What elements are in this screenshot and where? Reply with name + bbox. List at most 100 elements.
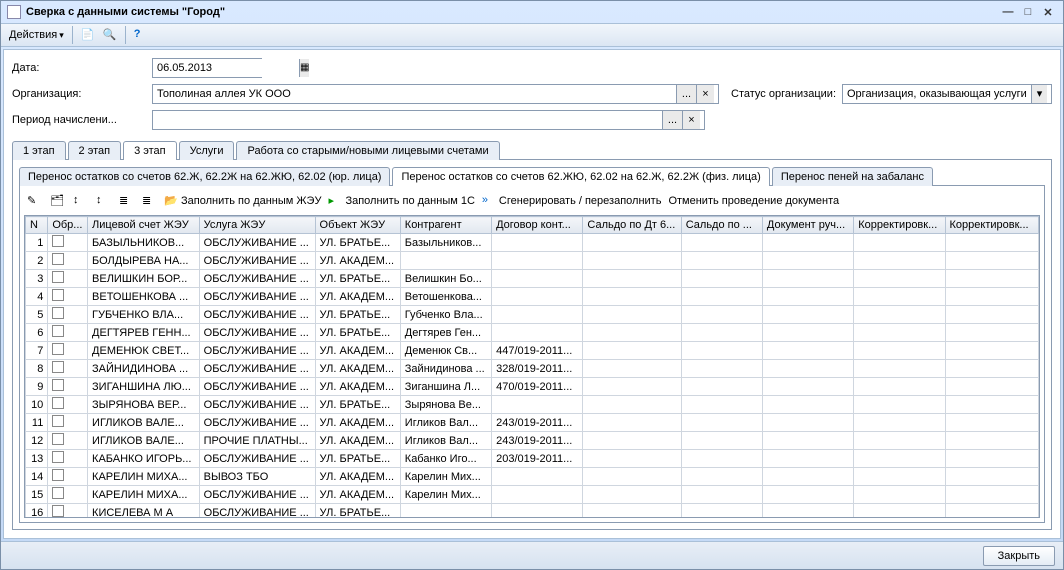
cell[interactable]: ЗАЙНИДИНОВА ...	[88, 360, 200, 378]
table-row[interactable]: 13КАБАНКО ИГОРЬ...ОБСЛУЖИВАНИЕ ...УЛ. БР…	[26, 450, 1039, 468]
cell[interactable]: БАЗЫЛЬНИКОВ...	[88, 234, 200, 252]
cell[interactable]	[681, 450, 762, 468]
cell[interactable]: Ветошенкова...	[400, 288, 491, 306]
close-button[interactable]: Закрыть	[983, 546, 1055, 566]
cell[interactable]	[681, 396, 762, 414]
cell[interactable]: ЗИГАНШИНА ЛЮ...	[88, 378, 200, 396]
cell[interactable]: Зырянова Ве...	[400, 396, 491, 414]
cell[interactable]: УЛ. АКАДЕМ...	[315, 360, 400, 378]
table-row[interactable]: 16КИСЕЛЕВА М АОБСЛУЖИВАНИЕ ...УЛ. БРАТЬЕ…	[26, 504, 1039, 519]
checkbox[interactable]	[52, 271, 64, 283]
checkbox[interactable]	[52, 379, 64, 391]
cell[interactable]: 243/019-2011...	[492, 432, 583, 450]
grid[interactable]: NОбр...Лицевой счет ЖЭУУслуга ЖЭУОбъект …	[24, 215, 1040, 518]
cell[interactable]	[854, 288, 945, 306]
cell[interactable]	[681, 486, 762, 504]
cell[interactable]: ОБСЛУЖИВАНИЕ ...	[199, 414, 315, 432]
cell[interactable]	[492, 396, 583, 414]
cell[interactable]	[854, 360, 945, 378]
cell[interactable]	[762, 252, 853, 270]
cell[interactable]: ОБСЛУЖИВАНИЕ ...	[199, 450, 315, 468]
cell[interactable]	[945, 234, 1038, 252]
cell[interactable]: УЛ. БРАТЬЕ...	[315, 306, 400, 324]
cell[interactable]	[762, 306, 853, 324]
cell[interactable]	[492, 288, 583, 306]
column-header[interactable]: Лицевой счет ЖЭУ	[88, 217, 200, 234]
cell[interactable]	[945, 414, 1038, 432]
status-select[interactable]: Организация, оказывающая услуги ▾	[842, 84, 1052, 104]
cell[interactable]	[48, 306, 88, 324]
cell[interactable]	[48, 252, 88, 270]
cell[interactable]	[854, 486, 945, 504]
table-row[interactable]: 15КАРЕЛИН МИХА...ОБСЛУЖИВАНИЕ ...УЛ. АКА…	[26, 486, 1039, 504]
cell[interactable]: ОБСЛУЖИВАНИЕ ...	[199, 396, 315, 414]
cell[interactable]: КАРЕЛИН МИХА...	[88, 486, 200, 504]
cell[interactable]: ОБСЛУЖИВАНИЕ ...	[199, 486, 315, 504]
cell[interactable]	[854, 396, 945, 414]
table-row[interactable]: 14КАРЕЛИН МИХА...ВЫВОЗ ТБОУЛ. АКАДЕМ...К…	[26, 468, 1039, 486]
column-header[interactable]: Услуга ЖЭУ	[199, 217, 315, 234]
cell[interactable]	[762, 468, 853, 486]
cell[interactable]: УЛ. БРАТЬЕ...	[315, 504, 400, 519]
checkbox[interactable]	[52, 307, 64, 319]
calendar-icon[interactable]: ▦	[299, 59, 309, 77]
column-header[interactable]: Документ руч...	[762, 217, 853, 234]
cell[interactable]	[48, 378, 88, 396]
cell[interactable]	[945, 432, 1038, 450]
period-input[interactable]: ... ×	[152, 110, 705, 130]
cell[interactable]	[854, 414, 945, 432]
table-row[interactable]: 2БОЛДЫРЕВА НА...ОБСЛУЖИВАНИЕ ...УЛ. АКАД…	[26, 252, 1039, 270]
tab-inner-2[interactable]: Перенос остатков со счетов 62.ЖЮ, 62.02 …	[392, 167, 769, 186]
cell[interactable]: ПРОЧИЕ ПЛАТНЫ...	[199, 432, 315, 450]
table-row[interactable]: 11ИГЛИКОВ ВАЛЕ...ОБСЛУЖИВАНИЕ ...УЛ. АКА…	[26, 414, 1039, 432]
cell[interactable]: 4	[26, 288, 48, 306]
table-row[interactable]: 9ЗИГАНШИНА ЛЮ...ОБСЛУЖИВАНИЕ ...УЛ. АКАД…	[26, 378, 1039, 396]
cell[interactable]: 14	[26, 468, 48, 486]
cell[interactable]	[492, 504, 583, 519]
cell[interactable]	[583, 324, 681, 342]
tab-stage-3[interactable]: 3 этап	[123, 141, 177, 160]
cell[interactable]: УЛ. БРАТЬЕ...	[315, 396, 400, 414]
cell[interactable]	[48, 270, 88, 288]
cell[interactable]: 243/019-2011...	[492, 414, 583, 432]
table-row[interactable]: 6ДЕГТЯРЕВ ГЕНН...ОБСЛУЖИВАНИЕ ...УЛ. БРА…	[26, 324, 1039, 342]
cell[interactable]	[762, 432, 853, 450]
cell[interactable]: Зайнидинова ...	[400, 360, 491, 378]
cell[interactable]	[583, 414, 681, 432]
cell[interactable]	[492, 468, 583, 486]
cell[interactable]	[854, 468, 945, 486]
cell[interactable]	[400, 504, 491, 519]
cell[interactable]: 3	[26, 270, 48, 288]
cell[interactable]	[583, 450, 681, 468]
cell[interactable]	[762, 270, 853, 288]
cell[interactable]: ОБСЛУЖИВАНИЕ ...	[199, 342, 315, 360]
cell[interactable]	[681, 324, 762, 342]
help-button[interactable]: ?	[130, 25, 152, 45]
cell[interactable]: КИСЕЛЕВА М А	[88, 504, 200, 519]
column-header[interactable]: Корректировк...	[854, 217, 945, 234]
cell[interactable]	[945, 486, 1038, 504]
grid-add-button[interactable]: ✎	[24, 192, 44, 210]
cell[interactable]: 13	[26, 450, 48, 468]
cell[interactable]	[583, 306, 681, 324]
cell[interactable]	[681, 360, 762, 378]
column-header[interactable]: Сальдо по ...	[681, 217, 762, 234]
cell[interactable]: 10	[26, 396, 48, 414]
date-input[interactable]: ▦	[152, 58, 262, 78]
cell[interactable]	[854, 306, 945, 324]
tab-inner-3[interactable]: Перенос пеней на забаланс	[772, 167, 933, 186]
cell[interactable]	[48, 468, 88, 486]
cell[interactable]: Губченко Вла...	[400, 306, 491, 324]
column-header[interactable]: Договор конт...	[492, 217, 583, 234]
cell[interactable]: УЛ. АКАДЕМ...	[315, 468, 400, 486]
cell[interactable]	[762, 396, 853, 414]
cell[interactable]	[854, 432, 945, 450]
cell[interactable]	[945, 468, 1038, 486]
tab-stage-2[interactable]: 2 этап	[68, 141, 122, 160]
grid-btn-3[interactable]: ↕	[70, 192, 90, 210]
cell[interactable]	[945, 252, 1038, 270]
cell[interactable]: БОЛДЫРЕВА НА...	[88, 252, 200, 270]
cell[interactable]	[583, 432, 681, 450]
checkbox[interactable]	[52, 469, 64, 481]
cell[interactable]	[681, 234, 762, 252]
